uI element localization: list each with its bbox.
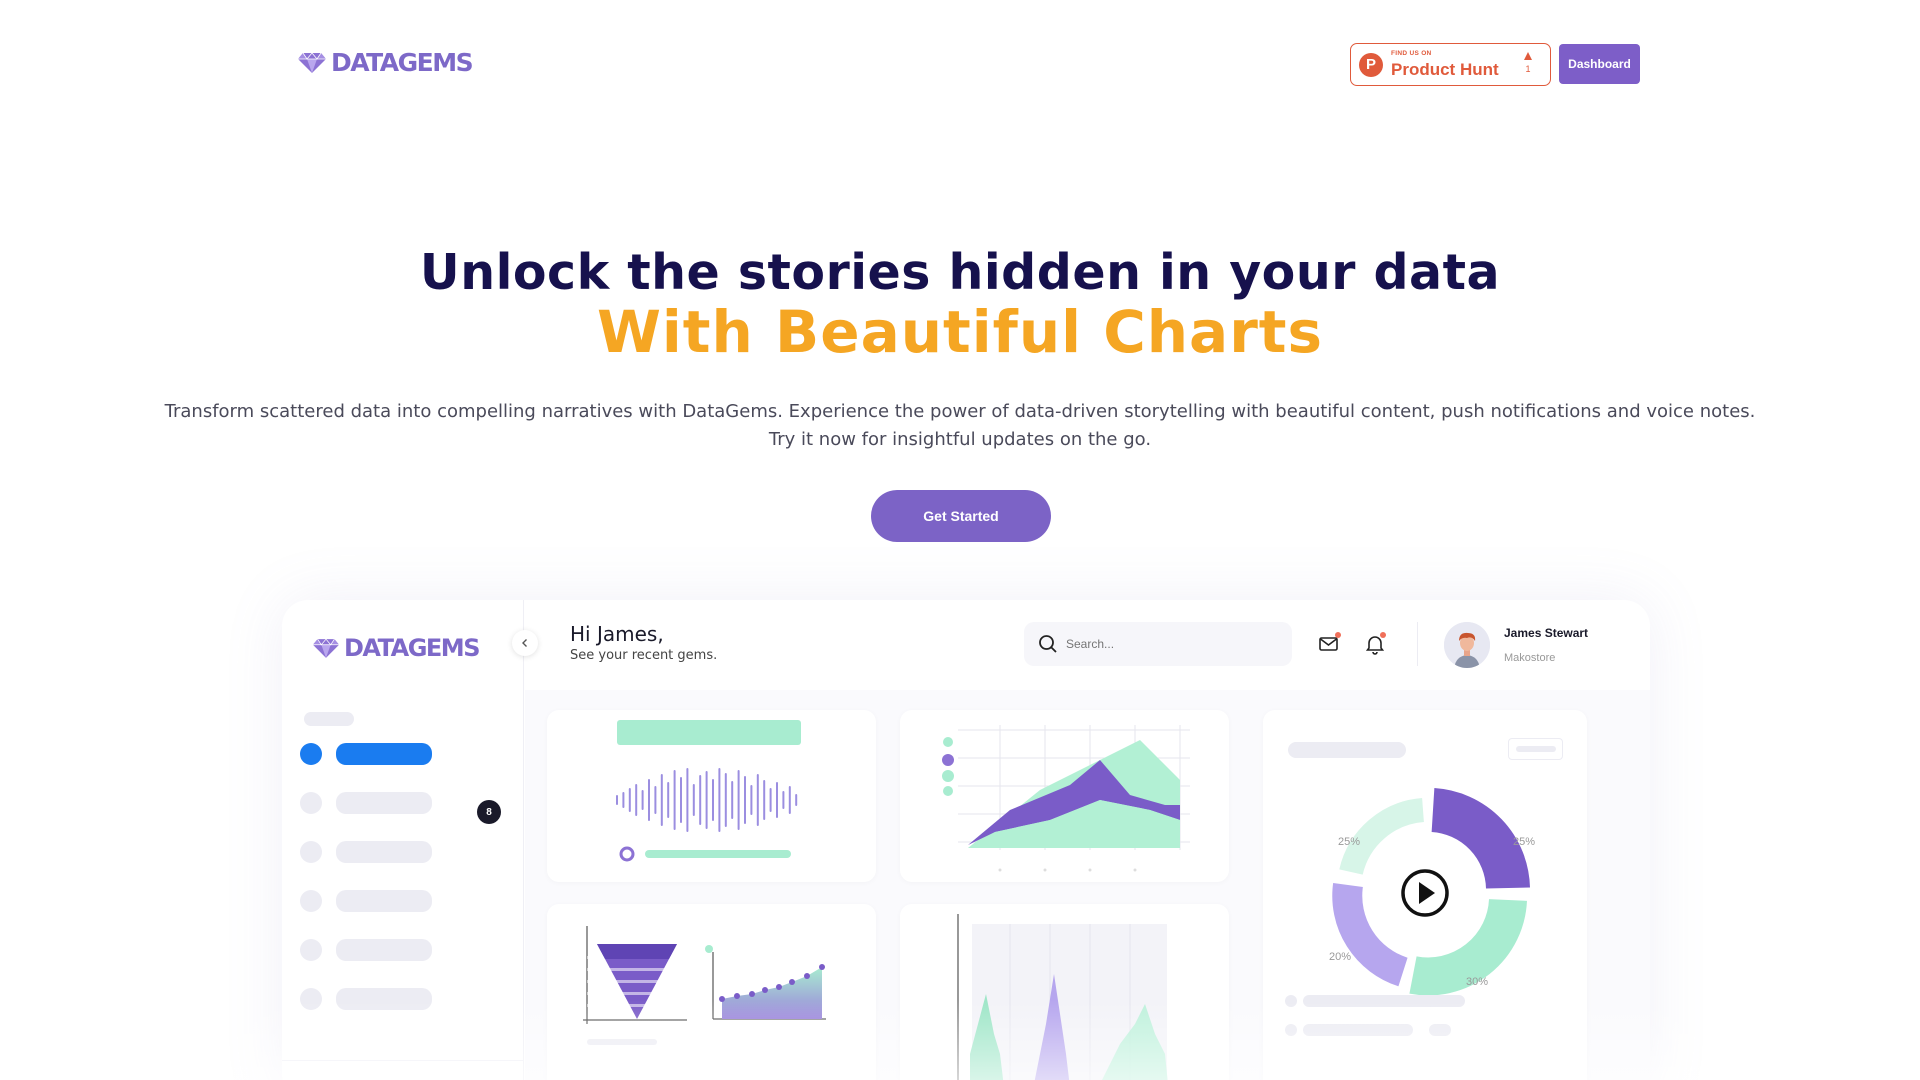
- nav-item-icon-active: [300, 743, 322, 765]
- nav-item[interactable]: [336, 792, 432, 814]
- hero-description-line-1: Transform scattered data into compelling…: [164, 401, 1756, 422]
- notification-count-badge: 8: [477, 800, 501, 824]
- search-icon: [1039, 635, 1057, 653]
- notification-unread-dot: [1380, 632, 1386, 638]
- preview-content: 25% 25% 20% 30%: [525, 690, 1650, 1080]
- chevron-left-icon: [522, 639, 527, 647]
- donut-chart-card: 25% 25% 20% 30%: [1263, 710, 1587, 1080]
- greeting-title: Hi James,: [570, 622, 664, 646]
- nav-item-icon: [300, 890, 322, 912]
- hero-description-line-2: Try it now for insightful updates on the…: [768, 429, 1152, 450]
- mail-unread-dot: [1335, 632, 1341, 638]
- user-company: Makostore: [1504, 652, 1556, 664]
- nav-item[interactable]: [336, 890, 432, 912]
- user-name: James Stewart: [1504, 626, 1589, 640]
- search-input[interactable]: [1066, 637, 1266, 651]
- site-logo[interactable]: DATAGEMS: [297, 48, 474, 77]
- nav-item[interactable]: [336, 841, 432, 863]
- nav-item[interactable]: [336, 988, 432, 1010]
- card-title-placeholder: [1288, 742, 1406, 758]
- voice-waveform-illustration: [616, 720, 801, 862]
- nav-item[interactable]: [336, 939, 432, 961]
- product-hunt-name: Product Hunt: [1391, 59, 1499, 79]
- donut-label: 30%: [1466, 976, 1488, 988]
- play-icon[interactable]: [1401, 869, 1449, 917]
- product-hunt-icon: P: [1359, 52, 1383, 77]
- donut-label: 20%: [1329, 951, 1351, 963]
- header-divider: [1417, 622, 1418, 666]
- funnel-chart-illustration: [583, 926, 826, 1045]
- search-bar[interactable]: [1024, 622, 1292, 666]
- preview-logo-text: DATAGEMS: [344, 634, 480, 662]
- dashboard-button[interactable]: Dashboard: [1559, 44, 1640, 84]
- hero-subtitle: With Beautiful Charts: [596, 298, 1324, 366]
- donut-label: 25%: [1338, 836, 1360, 848]
- user-avatar-illustration: [1444, 622, 1490, 668]
- upvote-arrow-icon: [1524, 52, 1532, 60]
- nav-item-icon: [300, 988, 322, 1010]
- collapse-sidebar-button[interactable]: [512, 630, 538, 656]
- hero-title: Unlock the stories hidden in your data: [419, 244, 1501, 301]
- get-started-button[interactable]: Get Started: [871, 490, 1051, 542]
- nav-item-active[interactable]: [336, 743, 432, 765]
- dashboard-preview: DATAGEMS 8 Hi James, See your recent gem…: [282, 600, 1650, 1080]
- nav-heading-placeholder: [304, 712, 354, 726]
- area-chart-illustration: [942, 725, 1190, 872]
- product-hunt-letter: P: [1365, 56, 1376, 73]
- nav-item-icon: [300, 792, 322, 814]
- card-action-placeholder: [1508, 738, 1563, 760]
- product-hunt-votes: 1: [1524, 52, 1532, 74]
- vote-count: 1: [1525, 64, 1531, 74]
- product-hunt-badge[interactable]: P FIND US ON Product Hunt 1: [1350, 43, 1551, 86]
- hero-description: Transform scattered data into compelling…: [150, 398, 1770, 454]
- histogram-card: [900, 904, 1229, 1080]
- area-chart-card: [900, 710, 1229, 882]
- sidebar-divider: [282, 1060, 524, 1061]
- greeting-subtitle: See your recent gems.: [570, 648, 718, 663]
- voice-note-card: [547, 710, 876, 882]
- donut-label: 25%: [1513, 836, 1535, 848]
- greeting: Hi James, See your recent gems.: [570, 622, 717, 663]
- funnel-chart-card: [547, 904, 876, 1080]
- product-hunt-small-label: FIND US ON: [1391, 49, 1432, 57]
- nav-item-icon: [300, 939, 322, 961]
- preview-sidebar: DATAGEMS 8: [282, 600, 524, 1080]
- preview-logo: DATAGEMS: [312, 634, 480, 662]
- diamond-icon: [298, 51, 326, 73]
- diamond-icon: [312, 638, 340, 658]
- logo-text: DATAGEMS: [331, 48, 474, 77]
- nav-item-icon: [300, 841, 322, 863]
- avatar[interactable]: [1444, 622, 1490, 668]
- histogram-illustration: [957, 914, 1168, 1080]
